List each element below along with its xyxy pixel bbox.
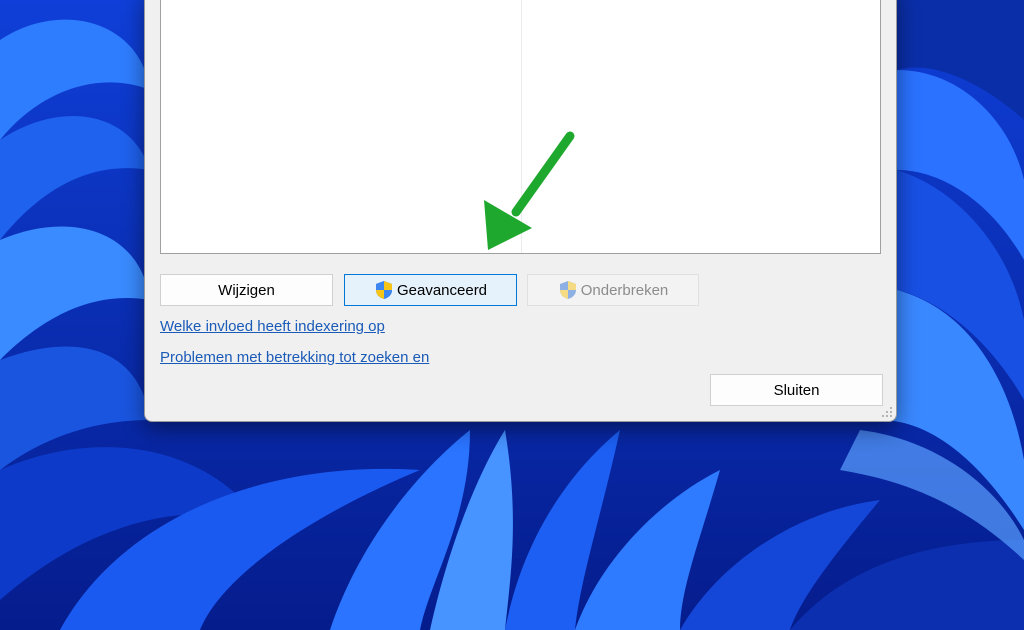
- annotation-arrow: [484, 131, 575, 250]
- resize-grip-icon[interactable]: [881, 406, 893, 418]
- onderbreken-label: Onderbreken: [580, 281, 669, 299]
- uac-shield-icon: [374, 280, 394, 300]
- onderbreken-button[interactable]: Onderbreken: [527, 274, 699, 306]
- indexing-influence-link[interactable]: Welke invloed heeft indexering op: [160, 318, 385, 335]
- sluiten-label: Sluiten: [773, 381, 820, 399]
- wijzigen-label: Wijzigen: [218, 281, 275, 299]
- sluiten-button[interactable]: Sluiten: [710, 374, 883, 406]
- search-troubleshoot-link[interactable]: Problemen met betrekking tot zoeken en: [160, 349, 429, 366]
- wijzigen-button[interactable]: Wijzigen: [160, 274, 333, 306]
- geavanceerd-label: Geavanceerd: [396, 281, 488, 299]
- desktop: Wijzigen Geavanceerd Onderbreken Welke i…: [0, 0, 1024, 630]
- geavanceerd-button[interactable]: Geavanceerd: [344, 274, 517, 306]
- uac-shield-icon: [558, 280, 578, 300]
